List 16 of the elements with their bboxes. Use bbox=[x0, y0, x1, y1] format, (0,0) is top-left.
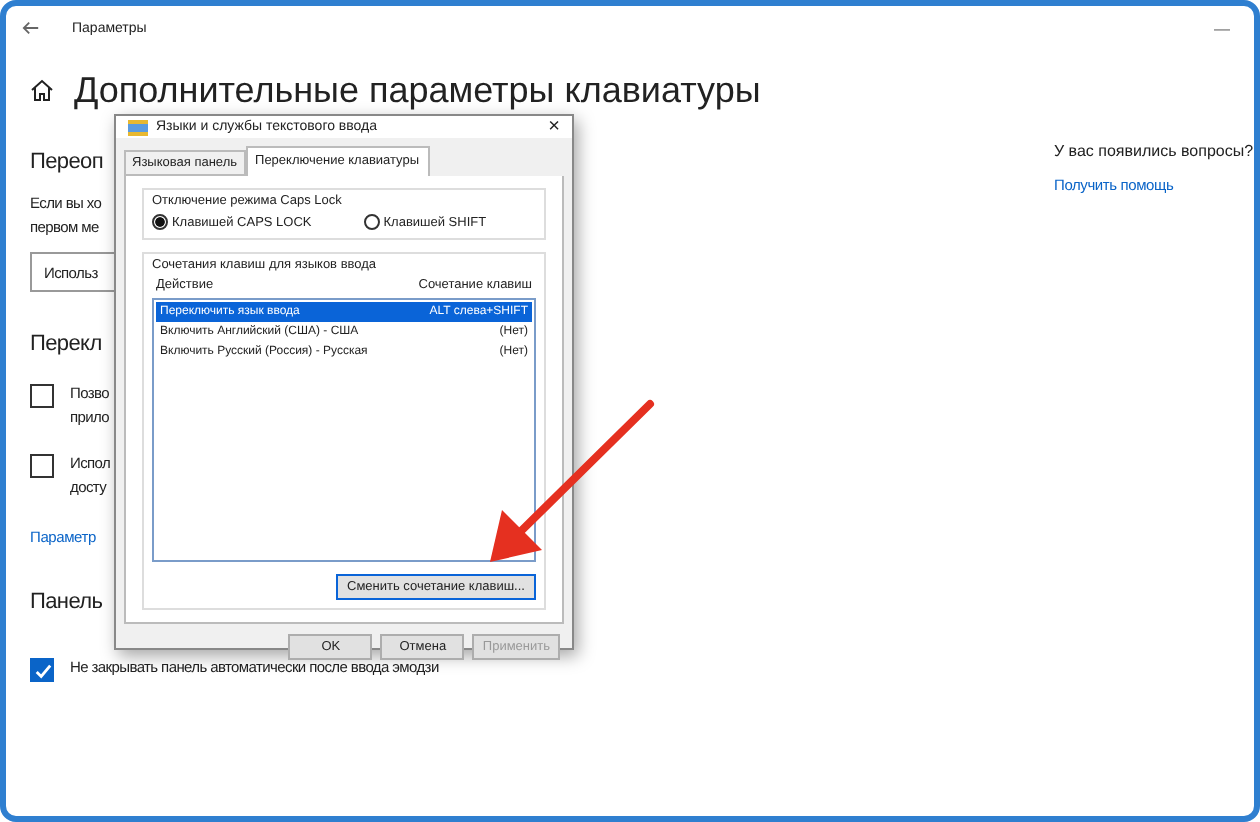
minimize-button[interactable]: — bbox=[1214, 19, 1230, 37]
home-icon[interactable] bbox=[30, 78, 54, 102]
back-icon[interactable] bbox=[22, 20, 40, 36]
checkbox[interactable] bbox=[30, 454, 54, 478]
page-heading: Дополнительные параметры клавиатуры bbox=[74, 69, 761, 111]
close-button[interactable]: × bbox=[548, 116, 560, 138]
radio-button[interactable] bbox=[363, 214, 380, 230]
checkbox[interactable] bbox=[30, 658, 54, 682]
section-title: Панель bbox=[30, 590, 103, 614]
radio-button[interactable] bbox=[152, 214, 168, 230]
check-icon bbox=[33, 661, 51, 679]
section-title: Переоп bbox=[30, 150, 104, 174]
checkbox[interactable] bbox=[30, 384, 54, 408]
section-title: Перекл bbox=[30, 332, 102, 356]
folder-icon bbox=[128, 118, 148, 136]
help-question: У вас появились вопросы? bbox=[1054, 142, 1254, 160]
